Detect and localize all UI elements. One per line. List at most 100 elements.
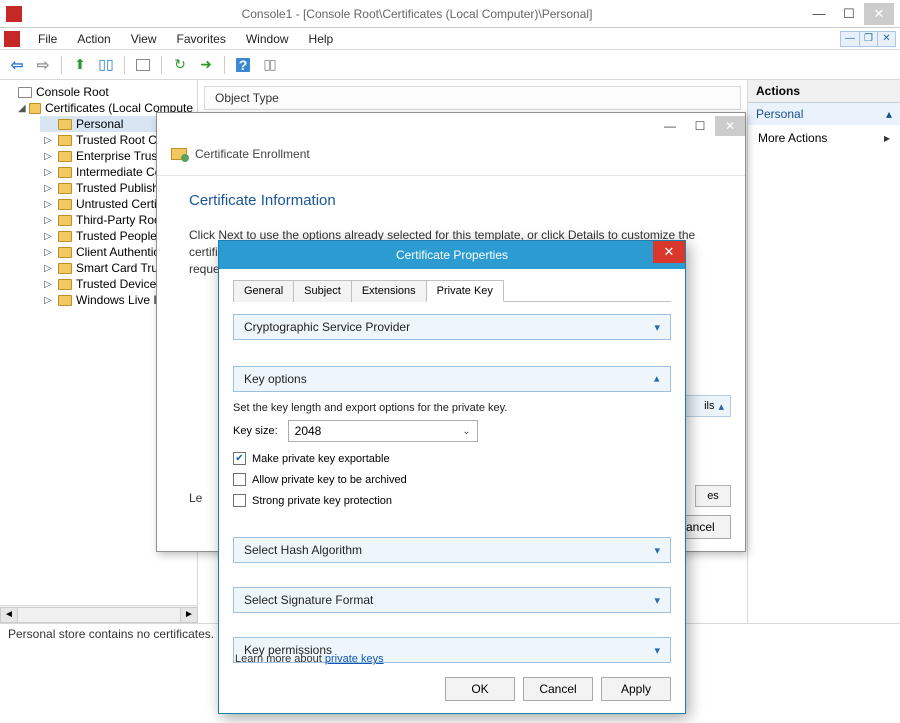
export-list-button[interactable]: ➜ <box>195 54 217 76</box>
tab-subject[interactable]: Subject <box>293 280 352 302</box>
folder-icon <box>58 231 72 242</box>
key-size-value: 2048 <box>295 424 322 438</box>
scroll-right-button[interactable]: ► <box>180 607 198 623</box>
properties-button[interactable] <box>132 54 154 76</box>
enrollment-maximize[interactable]: ☐ <box>685 116 715 136</box>
checkbox-unchecked-icon[interactable] <box>233 494 246 507</box>
tree-label: Trusted Devices <box>76 277 162 291</box>
key-size-select[interactable]: 2048 ⌄ <box>288 420 478 442</box>
help-button[interactable]: ? <box>232 54 254 76</box>
forward-button[interactable]: ⇨ <box>32 54 54 76</box>
chevron-right-icon: ▸ <box>884 131 890 145</box>
key-options-dropdown[interactable]: Key options ▾ <box>233 366 671 392</box>
key-size-label: Key size: <box>233 425 278 437</box>
hash-algorithm-dropdown[interactable]: Select Hash Algorithm ▾ <box>233 537 671 563</box>
toolbar: ⇦ ⇨ ⬆ ▯▯ ↻ ➜ ? ▯▯ <box>0 50 900 80</box>
archive-checkbox-row[interactable]: Allow private key to be archived <box>233 473 671 486</box>
exportable-checkbox-row[interactable]: ✔ Make private key exportable <box>233 452 671 465</box>
enrollment-title-text: Certificate Enrollment <box>195 147 310 161</box>
column-header-object-type[interactable]: Object Type <box>204 86 741 110</box>
expander-icon[interactable]: ▷ <box>44 151 56 162</box>
properties-close-button[interactable]: ✕ <box>653 241 685 263</box>
menu-favorites[interactable]: Favorites <box>167 30 236 48</box>
tree-root-label: Console Root <box>36 85 109 99</box>
expander-icon[interactable]: ▷ <box>44 279 56 290</box>
mdi-restore[interactable]: ❐ <box>859 32 877 46</box>
tree-label: Third-Party Root <box>76 213 164 227</box>
main-window-titlebar: Console1 - [Console Root\Certificates (L… <box>0 0 900 28</box>
tree-label: Smart Card Trust <box>76 261 167 275</box>
menu-bar: File Action View Favorites Window Help —… <box>0 28 900 50</box>
expander-icon[interactable]: ▷ <box>44 135 56 146</box>
tree-label: Untrusted Certifi <box>76 197 163 211</box>
scroll-track[interactable] <box>18 607 180 623</box>
expander-icon[interactable]: ▷ <box>44 247 56 258</box>
separator <box>124 56 125 74</box>
apply-button[interactable]: Apply <box>601 677 671 701</box>
tree-horizontal-scrollbar[interactable]: ◄ ► <box>0 605 198 623</box>
back-button[interactable]: ⇦ <box>6 54 28 76</box>
chevron-down-icon: ⌄ <box>462 426 470 437</box>
tree-label: Intermediate Cer <box>76 165 165 179</box>
menu-action[interactable]: Action <box>67 30 120 48</box>
collapse-icon: ▴ <box>886 107 892 121</box>
menu-window[interactable]: Window <box>236 30 299 48</box>
scroll-left-button[interactable]: ◄ <box>0 607 18 623</box>
exportable-label: Make private key exportable <box>252 453 390 465</box>
cancel-button[interactable]: Cancel <box>523 677 593 701</box>
expander-icon[interactable]: ▷ <box>44 183 56 194</box>
details-label: ils <box>704 400 714 412</box>
show-hide-tree-button[interactable]: ▯▯ <box>95 54 117 76</box>
properties-button-partial[interactable]: es <box>695 485 731 507</box>
refresh-button[interactable]: ↻ <box>169 54 191 76</box>
close-button[interactable]: ✕ <box>864 3 894 25</box>
expander-icon[interactable]: ▷ <box>44 199 56 210</box>
minimize-button[interactable]: — <box>804 3 834 25</box>
properties-titlebar: Certificate Properties ✕ <box>219 241 685 269</box>
expander-icon[interactable]: ◢ <box>18 103 27 114</box>
expander-icon[interactable]: ▷ <box>44 231 56 242</box>
chevron-up-icon: ▾ <box>654 373 660 386</box>
menu-help[interactable]: Help <box>299 30 344 48</box>
expander-icon[interactable]: ▷ <box>44 215 56 226</box>
maximize-button[interactable]: ☐ <box>834 3 864 25</box>
menu-view[interactable]: View <box>121 30 167 48</box>
enrollment-close[interactable]: ✕ <box>715 116 745 136</box>
learn-more-partial: Le <box>189 491 202 505</box>
checkbox-unchecked-icon[interactable] <box>233 473 246 486</box>
folder-icon <box>58 167 72 178</box>
csp-dropdown[interactable]: Cryptographic Service Provider ▾ <box>233 314 671 340</box>
ok-button[interactable]: OK <box>445 677 515 701</box>
folder-icon <box>58 183 72 194</box>
checkbox-checked-icon[interactable]: ✔ <box>233 452 246 465</box>
window-controls: — ☐ ✕ <box>804 3 894 25</box>
mdi-minimize[interactable]: — <box>841 32 859 46</box>
mdi-close[interactable]: ✕ <box>877 32 895 46</box>
expander-icon[interactable]: ▷ <box>44 167 56 178</box>
expander-icon[interactable]: ▷ <box>44 263 56 274</box>
doc-icon <box>4 31 20 47</box>
signature-format-dropdown[interactable]: Select Signature Format ▾ <box>233 587 671 613</box>
details-toggle[interactable]: ils ▴ <box>679 395 731 417</box>
expander-icon[interactable]: ▷ <box>44 295 56 306</box>
more-actions[interactable]: More Actions ▸ <box>748 125 900 151</box>
up-button[interactable]: ⬆ <box>69 54 91 76</box>
window-title: Console1 - [Console Root\Certificates (L… <box>30 7 804 21</box>
separator <box>161 56 162 74</box>
strong-protection-checkbox-row[interactable]: Strong private key protection <box>233 494 671 507</box>
folder-icon <box>58 279 72 290</box>
tree-root[interactable]: Console Root <box>0 84 197 100</box>
enrollment-minimize[interactable]: — <box>655 116 685 136</box>
tab-extensions[interactable]: Extensions <box>351 280 427 302</box>
certificate-icon <box>171 148 187 160</box>
toolbar-overflow[interactable]: ▯▯ <box>258 54 280 76</box>
tab-private-key[interactable]: Private Key <box>426 280 504 302</box>
actions-section-personal[interactable]: Personal ▴ <box>748 103 900 125</box>
private-keys-link[interactable]: private keys <box>325 653 384 665</box>
learn-more-row: Learn more about private keys <box>235 653 384 665</box>
enrollment-heading: Certificate Information <box>189 192 713 209</box>
menu-file[interactable]: File <box>28 30 67 48</box>
tab-general[interactable]: General <box>233 280 294 302</box>
learn-more-text: Learn more about <box>235 653 325 665</box>
tree-label: Client Authentic <box>76 245 159 259</box>
